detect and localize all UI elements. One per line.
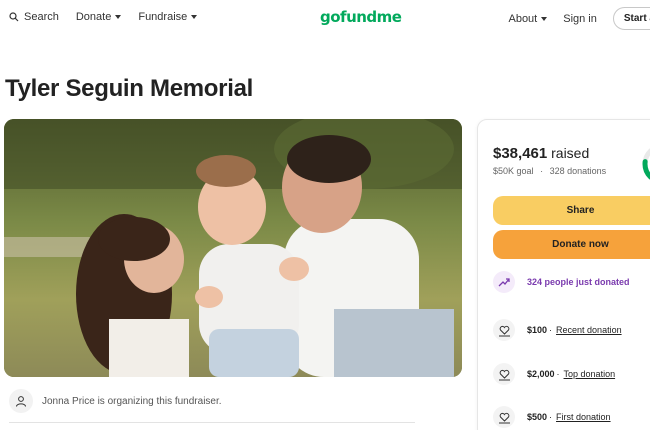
donation-amount: $100 bbox=[527, 325, 548, 335]
first-donation-link[interactable]: First donation bbox=[556, 412, 611, 422]
raised-amount: $38,461 bbox=[493, 145, 548, 162]
fundraise-menu-label: Fundraise bbox=[138, 11, 188, 23]
donations-count: 328 donations bbox=[549, 166, 607, 176]
site-header: Search Donate Fundraise gofundme About S… bbox=[0, 0, 650, 36]
trending-up-icon bbox=[498, 278, 510, 287]
organizer-row: Jonna Price is organizing this fundraise… bbox=[9, 389, 222, 413]
user-icon bbox=[16, 396, 26, 407]
donation-separator: · bbox=[549, 325, 553, 335]
organizer-text: Jonna Price is organizing this fundraise… bbox=[42, 395, 222, 407]
recent-donation-link[interactable]: Recent donation bbox=[556, 325, 622, 335]
heart-hand-icon bbox=[498, 412, 510, 423]
nav-left: Search Donate Fundraise bbox=[9, 11, 214, 23]
donation-row-recent: $100 · Recent donation bbox=[493, 319, 622, 341]
donation-card: $38,461 raised $50K goal · 328 donations… bbox=[477, 119, 650, 430]
start-fundraiser-button[interactable]: Start a bbox=[612, 7, 650, 30]
search-label: Search bbox=[24, 11, 59, 23]
donation-icon-wrap bbox=[493, 363, 515, 385]
nav-right: About Sign in Start a bbox=[508, 7, 650, 30]
chevron-down-icon bbox=[191, 15, 198, 19]
raised-suffix: raised bbox=[551, 145, 590, 161]
raised-summary: $38,461 raised bbox=[493, 145, 589, 162]
signin-link[interactable]: Sign in bbox=[563, 13, 597, 25]
page-title: Tyler Seguin Memorial bbox=[5, 75, 253, 102]
fundraise-menu[interactable]: Fundraise bbox=[138, 11, 198, 23]
progress-ring bbox=[642, 143, 650, 185]
divider bbox=[9, 422, 415, 423]
donation-amount: $2,000 bbox=[527, 369, 555, 379]
donation-amount: $500 bbox=[527, 412, 548, 422]
gofundme-logo[interactable]: gofundme bbox=[320, 8, 402, 26]
donation-separator: · bbox=[549, 412, 553, 422]
donate-menu[interactable]: Donate bbox=[75, 11, 122, 23]
heart-hand-icon bbox=[498, 369, 510, 380]
top-donation-link[interactable]: Top donation bbox=[564, 369, 616, 379]
donation-icon-wrap bbox=[493, 406, 515, 428]
family-photo-illustration bbox=[4, 119, 462, 377]
donate-now-button[interactable]: Donate now bbox=[493, 230, 650, 259]
fundraiser-photo[interactable] bbox=[4, 119, 462, 377]
donation-row-first: $500 · First donation bbox=[493, 406, 611, 428]
donation-row-top: $2,000 · Top donation bbox=[493, 363, 615, 385]
donate-menu-label: Donate bbox=[75, 11, 112, 23]
goal-text: $50K goal bbox=[493, 166, 534, 176]
share-button[interactable]: Share bbox=[493, 196, 650, 225]
trending-donations-row: 324 people just donated bbox=[493, 271, 630, 293]
trending-text: 324 people just donated bbox=[527, 277, 630, 287]
goal-separator: · bbox=[540, 166, 544, 176]
heart-hand-icon bbox=[498, 325, 510, 336]
donation-separator: · bbox=[556, 369, 560, 379]
chevron-down-icon bbox=[115, 15, 122, 19]
trending-icon-wrap bbox=[493, 271, 515, 293]
chevron-down-icon bbox=[541, 16, 548, 21]
search-link[interactable]: Search bbox=[9, 11, 59, 23]
goal-summary: $50K goal · 328 donations bbox=[493, 166, 606, 176]
search-icon bbox=[9, 12, 19, 22]
about-menu[interactable]: About bbox=[508, 12, 548, 25]
donation-icon-wrap bbox=[493, 319, 515, 341]
about-menu-label: About bbox=[508, 12, 538, 25]
avatar bbox=[9, 389, 33, 413]
